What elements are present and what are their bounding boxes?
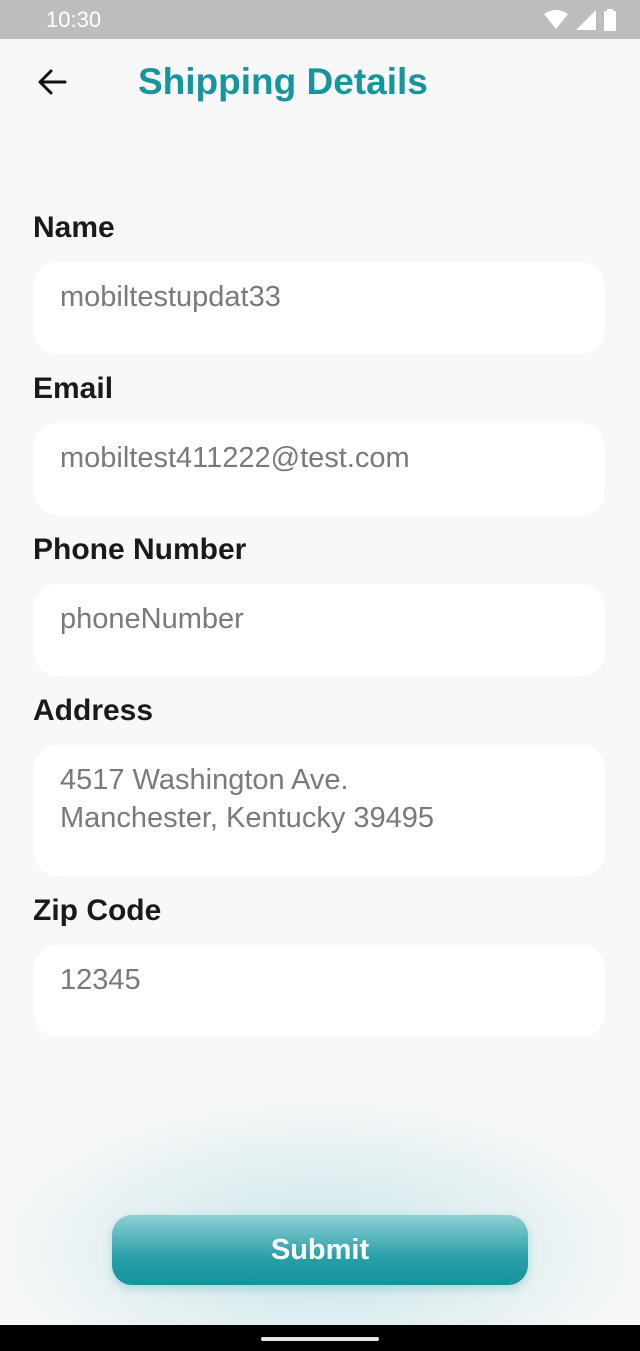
arrow-left-icon [38,69,67,95]
email-field[interactable]: mobiltest411222@test.com [34,423,605,515]
name-field[interactable]: mobiltestupdat33 [34,262,605,354]
zip-label: Zip Code [33,894,162,927]
status-bar: 10:30 [0,0,640,39]
battery-icon [604,9,616,31]
home-indicator[interactable] [261,1337,379,1341]
submit-button[interactable]: Submit [112,1215,528,1285]
status-icons [544,9,616,31]
address-field[interactable]: 4517 Washington Ave. Manchester, Kentuck… [34,745,605,876]
phone-label: Phone Number [33,533,247,566]
status-time: 10:30 [46,7,102,32]
screen: 10:30 Shipping Details Name mobiltestupd… [0,0,640,1351]
wifi-icon [544,10,568,29]
navigation-bar [0,1325,640,1351]
email-label: Email [33,372,114,405]
signal-icon [576,10,596,30]
back-button[interactable] [30,62,74,102]
page-title: Shipping Details [138,61,428,102]
name-label: Name [33,211,115,244]
address-label: Address [33,694,154,727]
button-glow [0,1100,640,1325]
phone-field[interactable]: phoneNumber [34,584,605,676]
zip-field[interactable]: 12345 [34,945,605,1037]
